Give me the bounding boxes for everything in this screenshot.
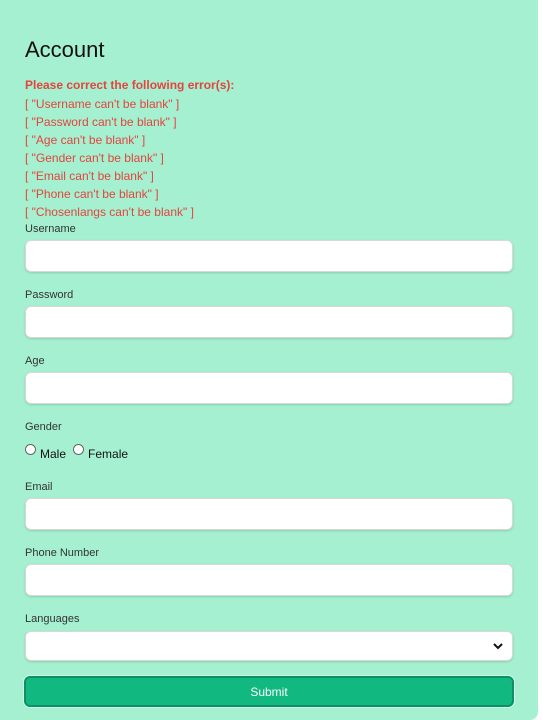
- error-heading: Please correct the following error(s):: [25, 78, 235, 92]
- gender-female-radio[interactable]: [73, 444, 85, 455]
- error-item: [ "Phone can't be blank" ]: [25, 187, 159, 201]
- phone-label: Phone Number: [25, 547, 99, 559]
- gender-label: Gender: [25, 421, 62, 433]
- error-item: [ "Gender can't be blank" ]: [25, 151, 164, 165]
- username-label: Username: [25, 223, 76, 235]
- error-item: [ "Chosenlangs can't be blank" ]: [25, 205, 194, 219]
- account-form-card: Account Please correct the following err…: [0, 0, 538, 720]
- age-input[interactable]: [25, 372, 513, 404]
- error-item: [ "Email can't be blank" ]: [25, 169, 154, 183]
- languages-label: Languages: [25, 613, 80, 625]
- error-item: [ "Password can't be blank" ]: [25, 115, 177, 129]
- form-title: Account: [25, 37, 105, 62]
- chevron-down-icon: [493, 643, 503, 650]
- password-input[interactable]: [25, 306, 513, 338]
- username-input[interactable]: [25, 240, 513, 272]
- error-list: Please correct the following error(s): […: [25, 77, 234, 221]
- age-label: Age: [25, 355, 45, 367]
- email-label: Email: [25, 481, 53, 493]
- gender-male-label[interactable]: Male: [40, 447, 66, 461]
- gender-radio-group: Male Female: [23, 443, 133, 461]
- error-item: [ "Age can't be blank" ]: [25, 133, 146, 147]
- languages-select[interactable]: [25, 631, 513, 661]
- gender-male-radio[interactable]: [25, 444, 36, 455]
- error-item: [ "Username can't be blank" ]: [25, 97, 180, 111]
- gender-female-label[interactable]: Female: [88, 447, 128, 461]
- password-label: Password: [25, 289, 74, 301]
- submit-button[interactable]: Submit: [24, 676, 514, 707]
- phone-input[interactable]: [25, 564, 513, 596]
- email-input[interactable]: [25, 498, 513, 530]
